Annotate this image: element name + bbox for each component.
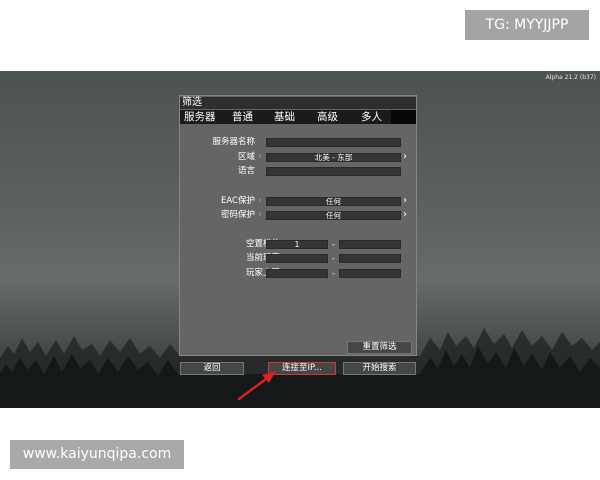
url-watermark: www.kaiyunqipa.com xyxy=(10,440,184,469)
connect-to-ip-button[interactable]: 连接至IP... xyxy=(268,362,336,375)
server-name-label: 服务器名称 xyxy=(212,137,255,147)
tab-server[interactable]: 服务器 xyxy=(184,110,216,124)
password-next-arrow-icon[interactable]: › xyxy=(403,210,410,220)
region-next-arrow-icon[interactable]: › xyxy=(403,152,410,162)
language-field[interactable] xyxy=(266,167,401,176)
annotation-arrow-icon xyxy=(237,371,276,401)
password-selector[interactable]: 任何 xyxy=(266,211,401,220)
free-slots-max-field[interactable] xyxy=(339,240,401,249)
language-label: 语言 xyxy=(237,166,255,176)
tab-advanced[interactable]: 高级 xyxy=(317,110,338,124)
eac-next-arrow-icon[interactable]: › xyxy=(403,196,410,206)
free-slots-min-field[interactable]: 1 xyxy=(266,240,328,249)
version-label: Alpha 21.2 (b37) xyxy=(545,74,596,81)
region-label: 区域 xyxy=(237,152,255,162)
current-players-label: 当前玩家 xyxy=(245,253,280,263)
tg-watermark: TG: MYYJJPP xyxy=(465,10,589,40)
region-prev-arrow-icon[interactable]: ‹ xyxy=(258,152,265,162)
eac-prev-arrow-icon[interactable]: ‹ xyxy=(258,196,265,206)
player-limit-min-field[interactable] xyxy=(266,269,328,278)
tab-bar-filler xyxy=(391,110,416,124)
reset-filters-button[interactable]: 重置筛选 xyxy=(347,341,412,354)
tab-general[interactable]: 普通 xyxy=(232,110,253,124)
player-limit-label: 玩家上限 xyxy=(245,268,280,278)
player-limit-separator: - xyxy=(332,269,335,278)
current-players-max-field[interactable] xyxy=(339,254,401,263)
filter-panel: 筛选 服务器 普通 基础 高级 多人 服务器名称 区域 ‹ 北美 - 东部 › … xyxy=(179,95,417,356)
player-limit-max-field[interactable] xyxy=(339,269,401,278)
tab-basic[interactable]: 基础 xyxy=(274,110,295,124)
tab-bar: 服务器 普通 基础 高级 多人 xyxy=(180,110,416,124)
current-players-min-field[interactable] xyxy=(266,254,328,263)
back-button[interactable]: 返回 xyxy=(180,362,244,375)
password-label: 密码保护 xyxy=(220,210,255,220)
free-slots-label: 空置栏位 xyxy=(245,239,280,249)
free-slots-separator: - xyxy=(332,240,335,249)
eac-selector[interactable]: 任何 xyxy=(266,197,401,206)
panel-title: 筛选 xyxy=(180,97,416,109)
current-players-separator: - xyxy=(332,254,335,263)
region-selector[interactable]: 北美 - 东部 xyxy=(266,153,401,162)
start-search-button[interactable]: 开始搜索 xyxy=(343,362,416,375)
eac-label: EAC保护 xyxy=(221,196,255,206)
password-prev-arrow-icon[interactable]: ‹ xyxy=(258,210,265,220)
server-name-field[interactable] xyxy=(266,138,401,147)
tab-multiplayer[interactable]: 多人 xyxy=(361,110,382,124)
